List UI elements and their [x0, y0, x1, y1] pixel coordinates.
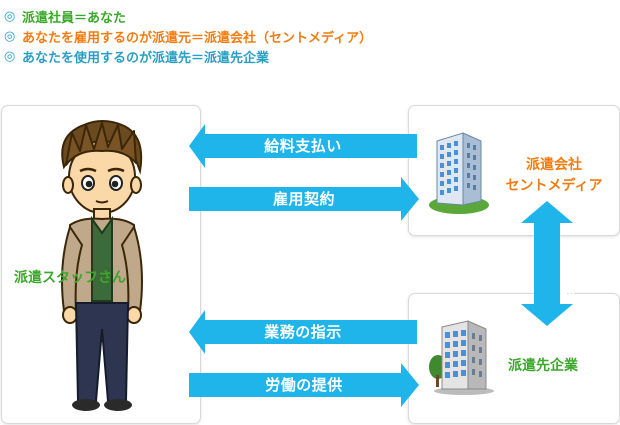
salary-arrow-label: 給料支払い	[264, 137, 342, 155]
salary-arrow: 給料支払い	[189, 124, 417, 168]
instructions-arrow-label: 業務の指示	[264, 323, 342, 341]
legend-text: 派遣社員＝あなた	[22, 10, 127, 26]
labor-arrow-label: 労働の提供	[265, 376, 343, 394]
agency-label-line2: セントメディア	[505, 178, 603, 194]
legend-text: あなたを使用するのが派遣先＝派遣先企業	[22, 50, 270, 66]
employment-arrow: 雇用契約	[189, 177, 419, 221]
legend-item: ◎ あなたを使用するのが派遣先＝派遣先企業	[4, 46, 604, 66]
client-label: 派遣先企業	[508, 358, 578, 374]
office-building-with-tree-icon	[429, 320, 494, 395]
staff-label: 派遣スタッフさん	[14, 270, 126, 286]
labor-arrow: 労働の提供	[189, 363, 419, 407]
double-circle-icon: ◎	[4, 8, 16, 24]
legend-item: ◎ 派遣社員＝あなた	[4, 6, 604, 26]
agency-label: 派遣会社 セントメディア	[494, 155, 614, 197]
employment-arrow-label: 雇用契約	[272, 190, 335, 208]
legend-item: ◎ あなたを雇用するのが派遣元＝派遣会社（セントメディア）	[4, 26, 604, 46]
contract-arrow-label: 派遣契約	[558, 240, 576, 300]
legend-text: あなたを雇用するのが派遣元＝派遣会社（セントメディア）	[22, 30, 373, 46]
office-building-icon	[429, 132, 489, 214]
person-illustration-icon	[61, 120, 143, 411]
double-circle-icon: ◎	[4, 28, 16, 44]
legend: ◎ 派遣社員＝あなた ◎ あなたを雇用するのが派遣元＝派遣会社（セントメディア）…	[4, 6, 604, 66]
agency-label-line1: 派遣会社	[526, 157, 582, 173]
instructions-arrow: 業務の指示	[189, 310, 417, 354]
double-circle-icon: ◎	[4, 48, 16, 64]
